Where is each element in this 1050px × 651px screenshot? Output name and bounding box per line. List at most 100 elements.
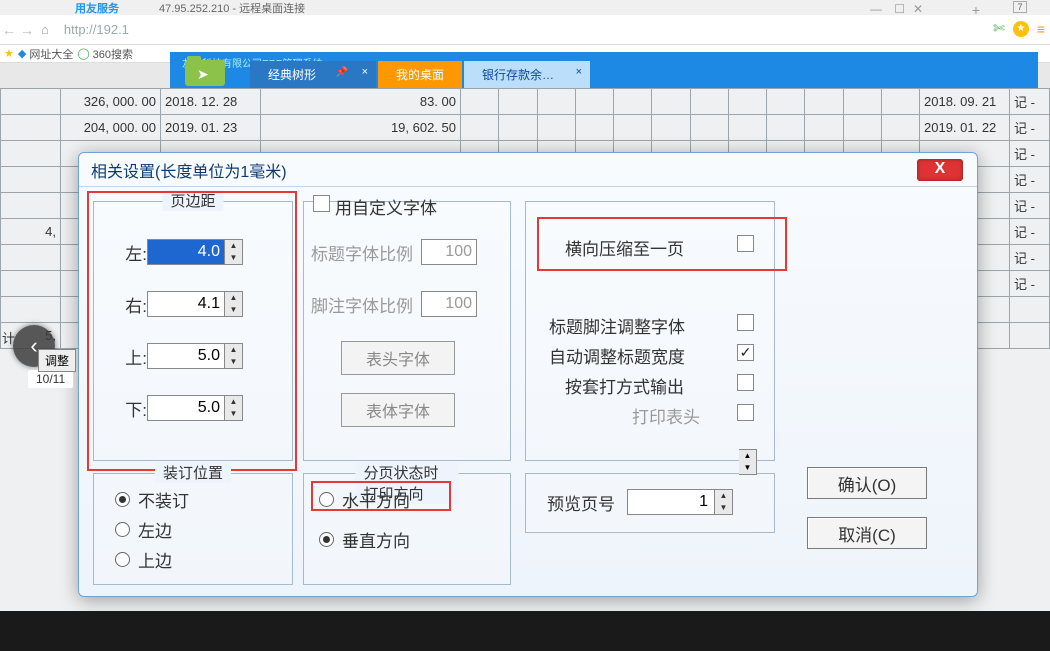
margin-left-input[interactable] [147,239,225,265]
viewer-bottom-bar [0,611,1050,651]
cell-date2: 2018. 09. 21 [920,89,1010,115]
adjust-title-footnote-font-checkbox[interactable] [737,314,754,331]
os-tab-rdp[interactable]: 47.95.252.210 - 远程桌面连接 [159,0,305,16]
bookmark-netnav[interactable]: ◆网址大全 [18,46,73,62]
orient-vertical-label: 垂直方向 [342,527,410,552]
body-font-button[interactable]: 表体字体 [341,393,455,427]
title-font-ratio-label: 标题字体比例 [311,240,421,265]
tab-close-icon[interactable]: × [576,66,582,78]
table-row[interactable]: 326, 000. 00 2018. 12. 28 83. 00 2018. 0… [1,89,1050,115]
use-custom-font-checkbox[interactable] [313,195,330,212]
chevron-left-icon: ‹ [30,333,37,359]
orient-vertical-radio[interactable] [319,532,334,547]
cell-note: 记 - [1010,167,1050,193]
cell-note: 记 - [1010,271,1050,297]
footnote-font-ratio-label: 脚注字体比例 [311,292,421,317]
table-row[interactable]: 204, 000. 00 2019. 01. 23 19, 602. 50 20… [1,115,1050,141]
window-maximize-icon[interactable]: ☐ [894,2,905,16]
app-tab-bar: 友好科技有限公司ERP管理系统 ➤ 经典树形 📌 × 我的桌面 银行存款余… × [170,52,1038,88]
auto-adjust-title-width-label: 自动调整标题宽度 [549,343,685,368]
cell-date: 2019. 01. 23 [161,115,261,141]
bind-top-label: 上边 [138,547,172,572]
margin-bottom-spinner[interactable]: ▲▼ [225,395,243,421]
ok-button[interactable]: 确认(O) [807,467,927,499]
browser-right-icons: ✄ ★ ≡ [993,20,1045,37]
use-custom-font-label: 用自定义字体 [335,194,437,219]
margin-right-spinner[interactable]: ▲▼ [225,291,243,317]
pin-icon[interactable]: 📌 [336,67,348,78]
options-spinner[interactable]: ▲▼ [739,449,757,475]
set-print-output-label: 按套打方式输出 [565,373,684,398]
preview-page-spinner[interactable]: ▲▼ [715,489,733,515]
cell-note: 记 - [1010,89,1050,115]
nav-forward-icon[interactable]: → [18,22,36,38]
tab-bank-balance[interactable]: 银行存款余… × [464,61,590,88]
margin-top-spinner[interactable]: ▲▼ [225,343,243,369]
preview-page-label: 预览页号 [547,490,627,515]
window-minimize-icon[interactable]: — [870,2,882,16]
cell-note: 记 - [1010,193,1050,219]
browser-address-bar: ← → ⌂ http://192.1 [0,15,1050,45]
folder-icon[interactable]: ➤ [185,60,225,86]
cell-left-val: 4, [1,219,61,245]
title-font-ratio-input[interactable] [421,239,477,265]
margin-bottom-input[interactable] [147,395,225,421]
tab-desktop-label: 我的桌面 [396,68,444,82]
tab-classic-label: 经典树形 [268,68,316,82]
tab-desktop[interactable]: 我的桌面 [378,61,462,88]
tab-classic-tree[interactable]: 经典树形 📌 × [250,61,376,88]
home-icon[interactable]: ⌂ [41,22,49,37]
print-settings-dialog: 相关设置(长度单位为1毫米) X 页边距 左: ▲▼ 右: ▲▼ 上: ▲▼ 下… [78,152,978,597]
margin-right-input[interactable] [147,291,225,317]
adjust-button[interactable]: 调整 [38,349,76,372]
cell-amount: 204, 000. 00 [61,115,161,141]
orient-horizontal-label: 水平方向 [342,487,410,512]
cell-note: 记 - [1010,141,1050,167]
dialog-title: 相关设置(长度单位为1毫米) [79,153,977,187]
favorite-star-icon[interactable]: ★ [1013,21,1029,37]
dialog-close-button[interactable]: X [917,159,963,181]
fit-horizontal-label: 横向压缩至一页 [565,235,684,260]
window-close-icon[interactable]: ✕ [913,2,923,16]
check-mark-icon: ✓ [740,344,752,361]
orient-horizontal-radio[interactable] [319,492,334,507]
os-tab-yonyou[interactable]: 用友服务 [75,0,119,16]
bind-left-radio[interactable] [115,522,130,537]
tab-count-badge[interactable]: 7 [1013,1,1027,13]
auto-adjust-title-width-checkbox[interactable]: ✓ [737,344,754,361]
bind-none-radio[interactable] [115,492,130,507]
screenshot-icon[interactable]: ✄ [993,20,1005,37]
adjust-title-footnote-font-label: 标题脚注调整字体 [549,313,685,338]
bind-top-radio[interactable] [115,552,130,567]
cell-amount: 326, 000. 00 [61,89,161,115]
header-font-button[interactable]: 表头字体 [341,341,455,375]
cancel-button[interactable]: 取消(C) [807,517,927,549]
bookmark-360search[interactable]: ◯360搜索 [77,46,133,62]
os-tab-bar: 用友服务 47.95.252.210 - 远程桌面连接 — ☐ ✕ + 7 [0,0,1050,15]
cell-note: 记 - [1010,115,1050,141]
print-header-checkbox[interactable] [737,404,754,421]
margin-top-input[interactable] [147,343,225,369]
margin-bottom-label: 下: [105,396,147,421]
fit-horizontal-checkbox[interactable] [737,235,754,252]
bind-left-label: 左边 [138,517,172,542]
nav-back-icon[interactable]: ← [0,22,18,38]
cell-value: 19, 602. 50 [261,115,461,141]
binding-legend: 装订位置 [155,462,231,483]
tab-close-icon[interactable]: × [362,66,368,78]
footnote-font-ratio-input[interactable] [421,291,477,317]
preview-page-input[interactable] [627,489,715,515]
cell-note: 记 - [1010,219,1050,245]
gallery-counter: 10/11 [28,370,73,388]
set-print-output-checkbox[interactable] [737,374,754,391]
browser-menu-icon[interactable]: ≡ [1037,21,1045,37]
margin-left-spinner[interactable]: ▲▼ [225,239,243,265]
cell-value: 83. 00 [261,89,461,115]
margin-left-label: 左: [105,240,147,265]
cell-date2: 2019. 01. 22 [920,115,1010,141]
bookmark-star-icon[interactable]: ★ [4,47,14,60]
bind-none-label: 不装订 [138,487,189,512]
tab-bank-label: 银行存款余… [482,68,554,82]
url-text[interactable]: http://192.1 [64,22,129,37]
print-header-label: 打印表头 [632,403,700,428]
